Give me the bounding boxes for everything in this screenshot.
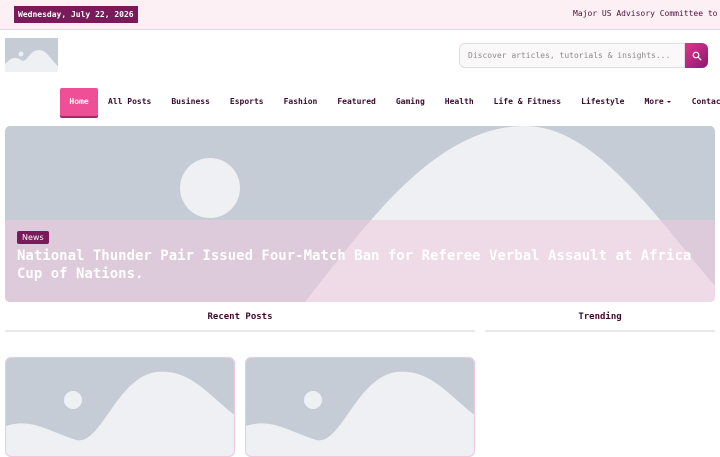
post-card[interactable]	[245, 357, 475, 457]
nav-item-contact-us[interactable]: Contact Us	[692, 88, 720, 116]
nav-item-label: Life & Fitness	[493, 97, 562, 106]
nav-item-label: Health	[444, 97, 474, 106]
nav-item-label: Business	[171, 97, 210, 106]
nav-item-label: Contact Us	[691, 97, 720, 106]
nav-item-featured[interactable]: Featured	[337, 88, 376, 116]
search-input[interactable]	[459, 43, 685, 68]
nav-item-lifestyle[interactable]: Lifestyle	[581, 88, 624, 116]
caret-down-icon	[666, 101, 671, 103]
featured-hero[interactable]: News National Thunder Pair Issued Four-M…	[5, 126, 715, 302]
search-icon	[692, 51, 701, 60]
nav-item-label: All Posts	[108, 97, 152, 106]
date-badge: Wednesday, July 22, 2026	[14, 6, 138, 23]
nav-item-gaming[interactable]: Gaming	[396, 88, 425, 116]
search-bar	[459, 43, 708, 68]
nav-item-all-posts[interactable]: All Posts	[108, 88, 151, 116]
nav-item-home[interactable]: Home	[60, 88, 98, 116]
nav-item-life-fitness[interactable]: Life & Fitness	[494, 88, 561, 116]
nav-item-label: Featured	[337, 97, 376, 106]
nav-item-more[interactable]: More	[644, 88, 671, 116]
site-logo[interactable]	[5, 38, 58, 72]
image-placeholder-icon	[6, 358, 234, 456]
nav-item-label: Home	[69, 97, 89, 106]
post-card[interactable]	[5, 357, 235, 457]
nav-item-business[interactable]: Business	[171, 88, 210, 116]
section-title-trending: Trending	[485, 312, 715, 332]
nav-item-health[interactable]: Health	[445, 88, 474, 116]
top-bar: Wednesday, July 22, 2026 Major US Adviso…	[0, 0, 720, 30]
nav-item-label: Lifestyle	[581, 97, 625, 106]
news-ticker[interactable]: Major US Advisory Committee to Ca	[573, 9, 720, 18]
main-nav: Home All Posts Business Esports Fashion …	[60, 88, 720, 116]
image-placeholder-icon	[246, 358, 474, 456]
hero-title[interactable]: National Thunder Pair Issued Four-Match …	[17, 247, 707, 283]
image-placeholder-icon	[5, 38, 58, 72]
category-badge[interactable]: News	[17, 231, 49, 244]
section-title-recent-posts: Recent Posts	[5, 312, 475, 332]
nav-item-esports[interactable]: Esports	[230, 88, 264, 116]
search-button[interactable]	[685, 43, 708, 68]
nav-item-fashion[interactable]: Fashion	[284, 88, 318, 116]
nav-item-label: Esports	[229, 97, 264, 106]
nav-item-label: Fashion	[283, 97, 318, 106]
nav-item-label: Gaming	[395, 97, 425, 106]
nav-item-label: More	[644, 97, 664, 106]
